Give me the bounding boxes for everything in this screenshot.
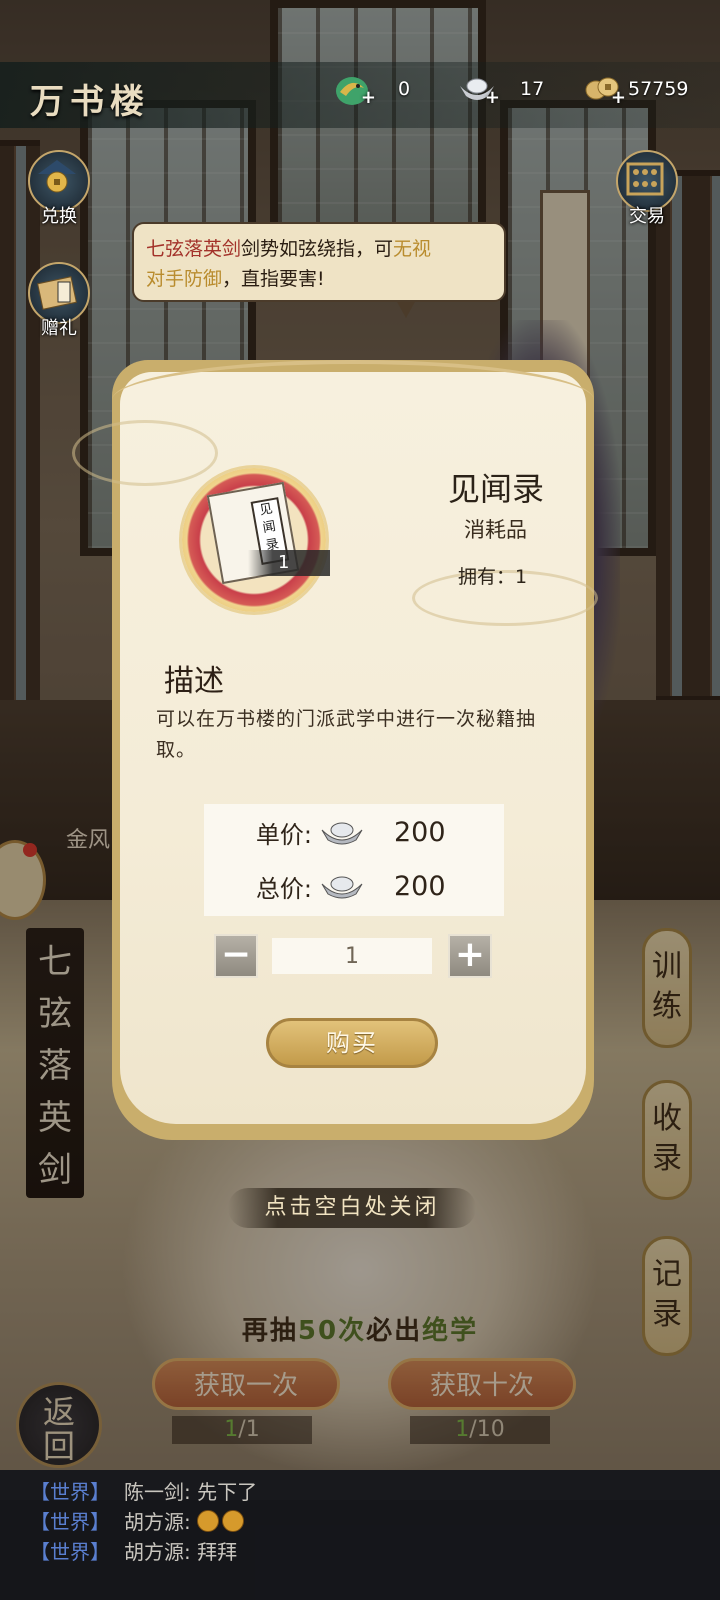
chat-text: 拜拜 — [197, 1540, 238, 1564]
jade-dragon-icon: + — [334, 74, 376, 108]
coins-amount: 57759 — [628, 78, 689, 100]
unit-price-label: 单价: — [255, 820, 312, 849]
copper-coins-icon: + — [584, 74, 626, 108]
currency-silver[interactable]: + 17 — [458, 72, 545, 108]
decrease-quantity-button[interactable]: − — [214, 934, 258, 978]
buy-button[interactable]: 购买 — [266, 1018, 438, 1068]
speech-text-2: ，直指要害! — [222, 268, 325, 290]
cloud-swirl-decoration — [72, 420, 218, 486]
exchange-button[interactable]: 兑换 — [24, 150, 94, 228]
increase-quantity-button[interactable]: + — [448, 934, 492, 978]
quantity-input[interactable] — [272, 938, 432, 974]
total-price-label: 总价: — [255, 874, 312, 903]
chat-text: 先下了 — [197, 1480, 258, 1504]
chat-message: 【世界】 胡方源: — [30, 1506, 247, 1535]
description-title: 描述 — [164, 664, 224, 699]
chat-channel: 【世界】 — [30, 1480, 110, 1504]
currency-jade[interactable]: + 0 — [334, 72, 411, 108]
chat-message: 【世界】 胡方源: 拜拜 — [30, 1536, 237, 1565]
close-hint: 点击空白处关闭 — [228, 1188, 476, 1228]
chat-sender: 陈一剑: — [124, 1480, 191, 1504]
item-type: 消耗品 — [464, 518, 527, 542]
speech-highlight-1: 无视 — [393, 238, 432, 260]
total-price-row: 总价: 200 — [204, 866, 504, 906]
world-chat-panel[interactable]: 【世界】 陈一剑: 先下了 【世界】 胡方源: 【世界】 胡方源: 拜拜 — [0, 1470, 720, 1600]
silver-ingot-icon — [320, 820, 364, 845]
item-name: 见闻录 — [448, 470, 545, 508]
trade-button[interactable]: 交易 — [612, 150, 682, 228]
total-price-value: 200 — [394, 870, 446, 902]
silver-amount: 17 — [520, 78, 545, 100]
item-owned-count: 拥有：1 — [458, 566, 528, 588]
chat-message: 【世界】 陈一剑: 先下了 — [30, 1476, 257, 1505]
speech-text-1: 剑势如弦绕指，可 — [241, 238, 394, 260]
description-text: 可以在万书楼的门派武学中进行一次秘籍抽取。 — [156, 708, 537, 761]
page-title: 万书楼 — [30, 82, 150, 122]
silver-ingot-icon: + — [458, 74, 500, 108]
silver-ingot-icon — [320, 874, 364, 899]
currency-coins[interactable]: + 57759 — [584, 72, 689, 108]
gift-button[interactable]: 赠礼 — [24, 262, 94, 340]
chat-channel: 【世界】 — [30, 1510, 110, 1534]
unit-price-row: 单价: 200 — [204, 812, 504, 852]
gift-label: 赠礼 — [41, 318, 77, 339]
jade-amount: 0 — [398, 78, 411, 100]
chat-channel: 【世界】 — [30, 1540, 110, 1564]
emoji-icon — [197, 1510, 220, 1532]
speech-skill-name: 七弦落英剑 — [146, 238, 242, 260]
emoji-icon — [222, 1510, 245, 1532]
exchange-label: 兑换 — [41, 206, 77, 227]
speech-highlight-2: 对手防御 — [146, 268, 223, 290]
price-panel: 单价: 200 总价: 200 — [204, 804, 504, 916]
chat-sender: 胡方源: — [124, 1540, 191, 1564]
unit-price-value: 200 — [394, 816, 446, 848]
item-icon-quantity: 1 — [248, 550, 330, 576]
trade-label: 交易 — [629, 206, 665, 227]
npc-speech-bubble: 七弦落英剑剑势如弦绕指，可无视对手防御，直指要害! — [132, 222, 506, 318]
chat-sender: 胡方源: — [124, 1510, 191, 1534]
